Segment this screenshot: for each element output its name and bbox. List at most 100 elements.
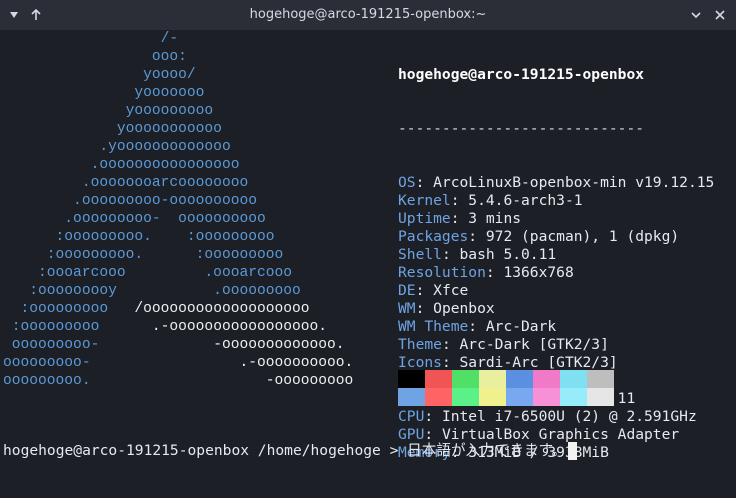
ascii-line: yooooooo — [3, 84, 353, 102]
info-row: OS: ArcoLinuxB-openbox-min v19.12.15 — [398, 174, 714, 192]
info-colon: : — [441, 336, 460, 353]
ascii-segment: .-oooooooooo. — [239, 355, 354, 371]
palette-swatch — [506, 370, 533, 388]
info-row: DE: Xfce — [398, 282, 714, 300]
close-icon[interactable] — [710, 5, 730, 25]
info-colon: : — [415, 282, 434, 299]
info-colon: : — [415, 174, 434, 191]
info-row: Theme: Arc-Dark [GTK2/3] — [398, 336, 714, 354]
ascii-line: ooooooooo- .-oooooooooo. — [3, 354, 353, 372]
ascii-line: :ooooooooo /ooooooooooooooooooo — [3, 300, 353, 318]
info-value: 5.4.6-arch3-1 — [468, 192, 583, 209]
info-value: 1366x768 — [503, 264, 574, 281]
info-key: Shell — [398, 246, 442, 263]
ascii-segment: .ooooooooo-oooooooooo — [3, 193, 257, 209]
info-colon: : — [468, 228, 486, 245]
info-colon: : — [450, 210, 469, 227]
palette-swatch — [398, 370, 425, 388]
minimize-icon[interactable] — [686, 5, 706, 25]
info-colon: : — [441, 354, 460, 371]
info-row: Shell: bash 5.0.11 — [398, 246, 714, 264]
info-key: CPU — [398, 408, 425, 425]
ascii-line: yooooooooooo — [3, 120, 353, 138]
prompt-text: hogehoge@arco-191215-openbox /home/hogeh… — [3, 442, 567, 459]
palette-swatch — [479, 370, 506, 388]
info-separator: ---------------------------- — [398, 120, 645, 137]
info-key: Resolution — [398, 264, 486, 281]
palette-swatch — [587, 388, 614, 406]
terminal-area[interactable]: /- ooo: yoooo/ yooooooo yooooooooo yoooo… — [0, 30, 736, 463]
ascii-segment: ooo: — [3, 49, 187, 65]
ascii-line: :oooarcooo .oooarcooo — [3, 264, 353, 282]
ascii-line: .ooooooooo- oooooooooo — [3, 210, 353, 228]
text-cursor — [568, 442, 578, 460]
ascii-segment: yooooooooo — [3, 103, 214, 119]
shell-prompt[interactable]: hogehoge@arco-191215-openbox /home/hogeh… — [3, 441, 578, 461]
palette-swatch — [560, 370, 587, 388]
window-titlebar[interactable]: hogehoge@arco-191215-openbox:~ — [0, 0, 736, 30]
info-value: ArcoLinuxB-openbox-min v19.12.15 — [433, 174, 715, 191]
ascii-line: .yooooooooooooo — [3, 138, 353, 156]
info-value: 972 (pacman), 1 (dpkg) — [485, 228, 680, 245]
ascii-segment: :ooooooooo. :ooooooooo — [3, 247, 284, 263]
info-key: WM Theme — [398, 318, 469, 335]
info-key: Icons — [398, 354, 442, 371]
info-value: Arc-Dark [GTK2/3] — [459, 336, 609, 353]
info-key: Uptime — [398, 210, 451, 227]
info-colon: : — [441, 246, 460, 263]
info-colon: : — [415, 300, 434, 317]
info-colon: : — [424, 408, 442, 425]
ascii-segment: :ooooooooo. :ooooooooo — [3, 229, 275, 245]
palette-swatch — [425, 370, 452, 388]
info-key: WM — [398, 300, 416, 317]
info-key: Kernel — [398, 192, 451, 209]
palette-swatch — [560, 388, 587, 406]
info-value: Openbox — [433, 300, 495, 317]
info-row: Packages: 972 (pacman), 1 (dpkg) — [398, 228, 714, 246]
info-key: OS — [398, 174, 416, 191]
ascii-segment: /ooooooooooooooooooo — [134, 301, 310, 317]
ascii-segment: ooooooooo- — [3, 337, 214, 353]
info-value: Arc-Dark — [485, 318, 557, 335]
ascii-segment: yoooo/ — [3, 67, 196, 83]
ascii-segment: .oooooooarcoooooooo — [3, 175, 249, 191]
color-palette — [398, 370, 614, 406]
ascii-segment: -ooooooooooooo. — [213, 337, 345, 353]
ascii-line: ooo: — [3, 48, 353, 66]
palette-swatch — [452, 388, 479, 406]
ascii-line: :ooooooooy .ooooooooo — [3, 282, 353, 300]
ascii-segment: yooooooo — [3, 85, 205, 101]
info-value: Xfce — [433, 282, 469, 299]
info-value: 3 mins — [468, 210, 522, 227]
info-row: WM: Openbox — [398, 300, 714, 318]
ascii-segment: :oooarcooo .oooarcooo — [3, 265, 293, 281]
ascii-line: :ooooooooo. :ooooooooo — [3, 228, 353, 246]
ascii-line: yooooooooo — [3, 102, 353, 120]
ascii-segment: .-ooooooooooooooooo. — [151, 319, 328, 335]
system-info-panel: hogehoge@arco-191215-openbox -----------… — [398, 30, 714, 498]
info-key: Packages — [398, 228, 469, 245]
ascii-line: :ooooooooo .-ooooooooooooooooo. — [3, 318, 353, 336]
info-key: Theme — [398, 336, 442, 353]
ascii-line: yoooo/ — [3, 66, 353, 84]
info-value: Sardi-Arc [GTK2/3] — [459, 354, 618, 371]
ascii-line: /- — [3, 30, 353, 48]
ascii-segment: .ooooooooo- oooooooooo — [3, 211, 266, 227]
info-key: DE — [398, 282, 416, 299]
distro-ascii-logo: /- ooo: yoooo/ yooooooo yooooooooo yoooo… — [3, 30, 353, 390]
info-row: CPU: Intel i7-6500U (2) @ 2.591GHz — [398, 408, 714, 426]
palette-swatch — [425, 388, 452, 406]
info-colon: : — [450, 192, 469, 209]
ascii-line: .oooooooooooooooo — [3, 156, 353, 174]
info-row: Resolution: 1366x768 — [398, 264, 714, 282]
ascii-segment: /- — [3, 31, 179, 47]
palette-swatch — [506, 388, 533, 406]
palette-swatch — [398, 388, 425, 406]
ascii-segment: yooooooooooo — [3, 121, 222, 137]
ascii-segment: -ooooooooo — [265, 373, 354, 389]
palette-swatch — [479, 388, 506, 406]
info-row: WM Theme: Arc-Dark — [398, 318, 714, 336]
info-header: hogehoge@arco-191215-openbox — [398, 66, 645, 83]
palette-swatch — [533, 370, 560, 388]
ascii-segment: ooooooooo- — [3, 355, 240, 371]
